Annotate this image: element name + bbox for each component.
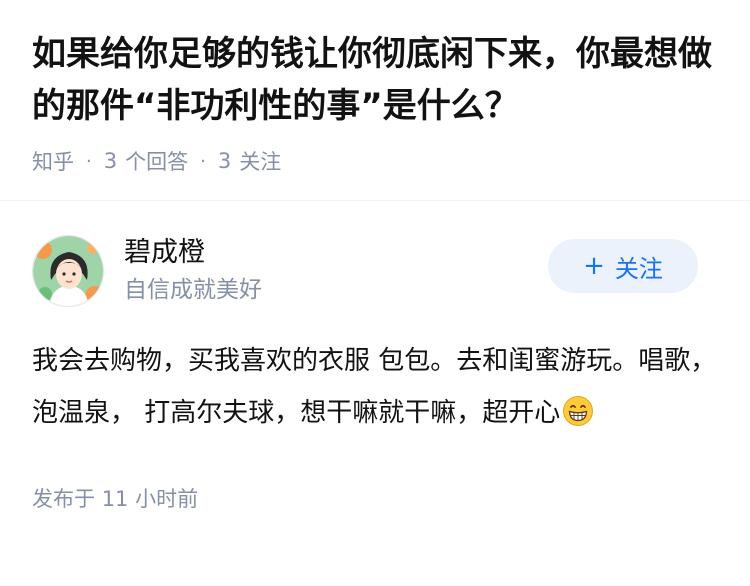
grinning-face-emoji bbox=[562, 393, 594, 426]
question-meta: 知乎 · 3 个回答 · 3 关注 bbox=[32, 146, 718, 176]
answer-card: 碧成橙 自信成就美好 + 关注 我会去购物，买我喜欢的衣服 包包。去和闺蜜游玩。… bbox=[0, 201, 750, 513]
author-row: 碧成橙 自信成就美好 + 关注 bbox=[32, 235, 718, 307]
author-name[interactable]: 碧成橙 bbox=[124, 235, 262, 271]
avatar[interactable] bbox=[32, 235, 104, 307]
answers-count: 3 bbox=[103, 149, 118, 173]
answers-label[interactable]: 个回答 bbox=[125, 146, 188, 176]
author-bio: 自信成就美好 bbox=[124, 277, 262, 303]
published-label: 发布于 bbox=[32, 487, 95, 511]
source-label[interactable]: 知乎 bbox=[32, 146, 74, 176]
question-title[interactable]: 如果给你足够的钱让你彻底闲下来，你最想做的那件“非功利性的事”是什么？ bbox=[32, 28, 718, 132]
answer-text: 我会去购物，买我喜欢的衣服 包包。去和闺蜜游玩。唱歌，泡温泉， 打高尔夫球，想干… bbox=[32, 346, 717, 428]
followers-count: 3 bbox=[217, 149, 232, 173]
question-header: 如果给你足够的钱让你彻底闲下来，你最想做的那件“非功利性的事”是什么？ 知乎 ·… bbox=[0, 0, 750, 200]
publish-time: 发布于 11 小时前 bbox=[32, 483, 718, 513]
answer-content[interactable]: 我会去购物，买我喜欢的衣服 包包。去和闺蜜游玩。唱歌，泡温泉， 打高尔夫球，想干… bbox=[32, 335, 718, 439]
follow-button[interactable]: + 关注 bbox=[548, 239, 698, 293]
separator-dot: · bbox=[86, 150, 92, 172]
published-time: 11 小时前 bbox=[101, 487, 199, 511]
separator-dot: · bbox=[200, 150, 206, 172]
follow-button-label: 关注 bbox=[614, 254, 663, 283]
followers-label[interactable]: 关注 bbox=[239, 146, 281, 176]
plus-icon: + bbox=[583, 251, 605, 281]
author-info: 碧成橙 自信成就美好 bbox=[124, 235, 262, 307]
